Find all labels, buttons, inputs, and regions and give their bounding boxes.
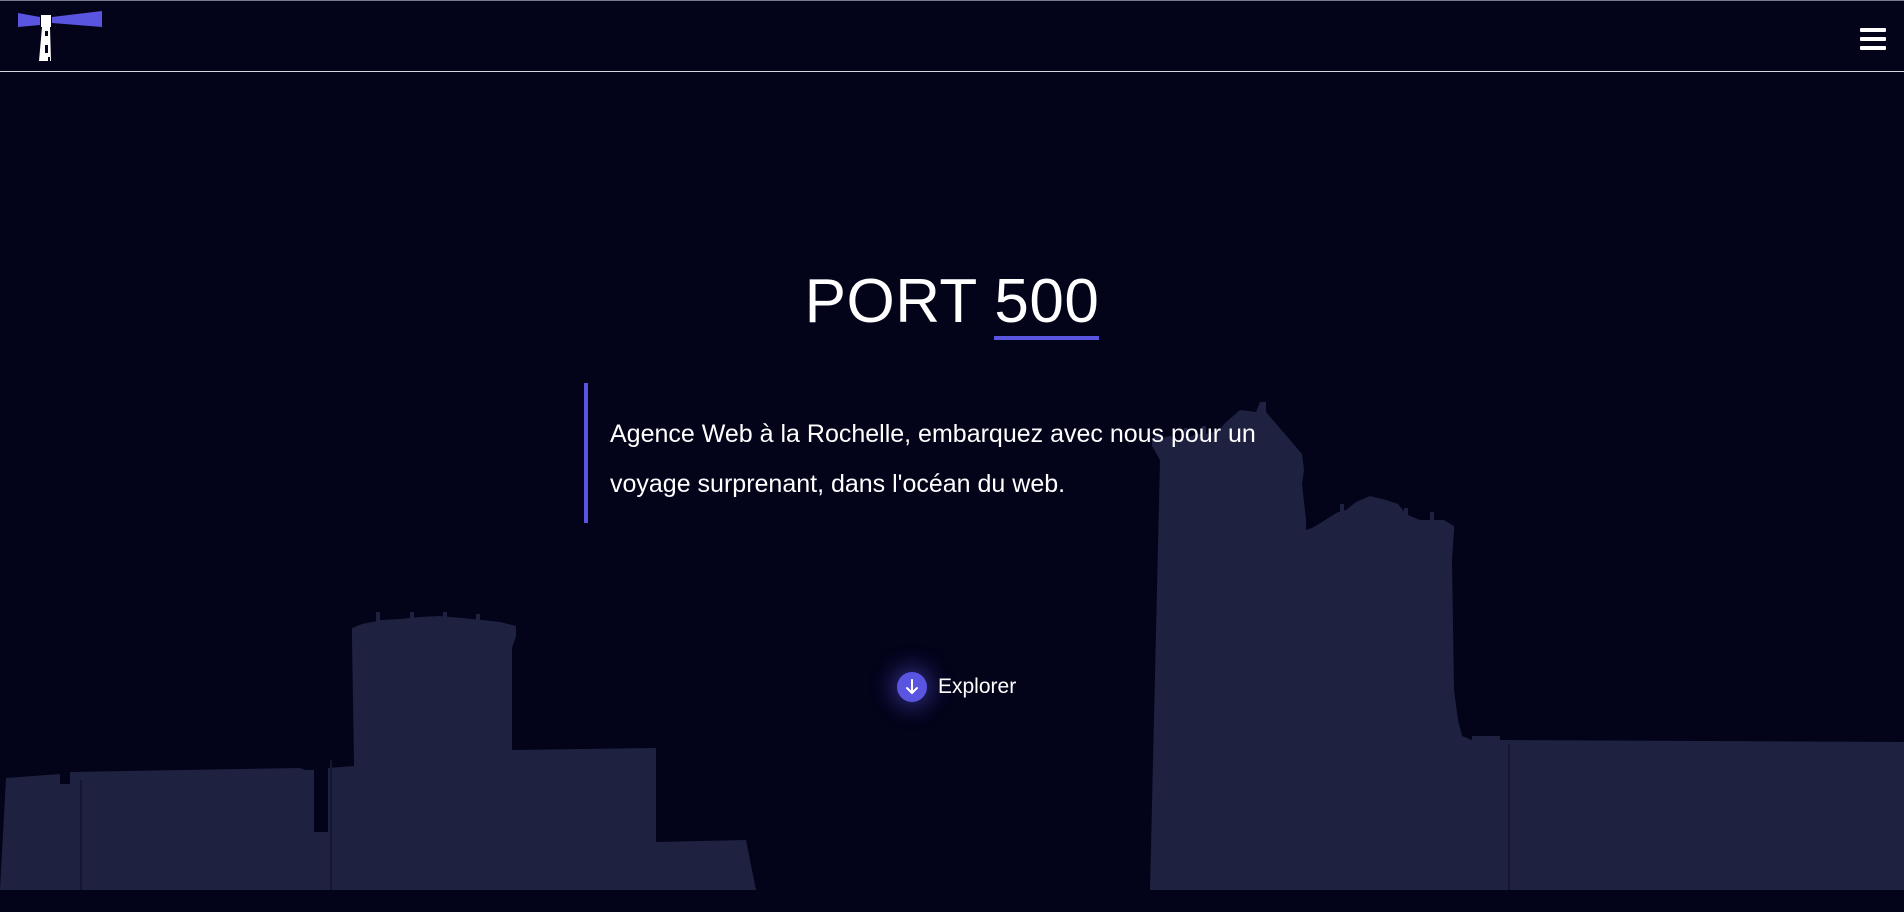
- menu-line: [1860, 37, 1886, 41]
- tagline-text: Agence Web à la Rochelle, embarquez avec…: [610, 420, 1256, 498]
- title-number-underlined: 500: [994, 268, 1100, 340]
- page-title: PORT 500: [0, 264, 1904, 340]
- arrow-down-icon: [897, 672, 927, 702]
- explore-label: Explorer: [938, 675, 1017, 698]
- menu-line: [1860, 28, 1886, 32]
- title-word: PORT: [804, 267, 977, 336]
- tagline-quote: Agence Web à la Rochelle, embarquez avec…: [584, 383, 1324, 523]
- lighthouse-logo-icon[interactable]: [18, 9, 102, 65]
- explore-button[interactable]: Explorer: [897, 671, 1016, 703]
- hero-section: PORT 500 Agence Web à la Rochelle, embar…: [0, 0, 1904, 912]
- menu-line: [1860, 46, 1886, 50]
- top-navigation-bar: [0, 0, 1904, 72]
- hamburger-menu-icon[interactable]: [1860, 28, 1886, 52]
